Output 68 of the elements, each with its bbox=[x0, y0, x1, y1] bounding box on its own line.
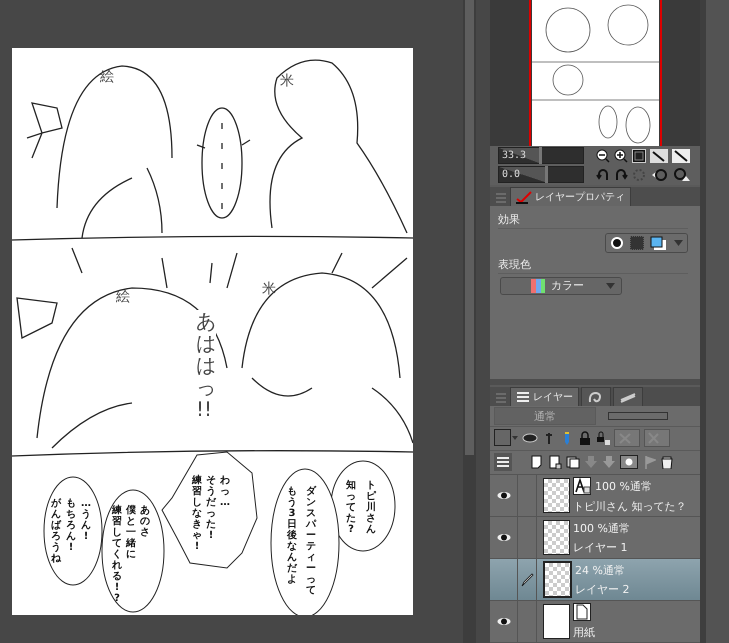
rotate-right-icon[interactable] bbox=[614, 168, 628, 182]
bubble-text: …うん!もちろん!がんばろうね bbox=[51, 498, 91, 564]
layers-icon bbox=[516, 390, 530, 404]
layer-row[interactable]: 24 %通常 レイヤー 2 bbox=[490, 559, 700, 601]
color-swatch-icon[interactable] bbox=[494, 429, 518, 448]
name-mark: 絵 bbox=[116, 288, 130, 306]
checkmark-icon bbox=[516, 190, 532, 204]
caret-icon bbox=[606, 282, 615, 289]
layer-thumbnail bbox=[543, 520, 570, 555]
halftone-icon[interactable] bbox=[630, 236, 644, 250]
caret-icon[interactable] bbox=[674, 240, 683, 246]
color-square-icon[interactable] bbox=[650, 236, 668, 250]
eye-icon[interactable] bbox=[496, 533, 510, 542]
bubble-text: ダンスパーティーってもう3日後なんだよ bbox=[287, 486, 316, 596]
layer-row[interactable]: 100 %通常 トピ川さん 知ってた？ bbox=[490, 475, 700, 517]
trash-icon[interactable] bbox=[660, 455, 674, 470]
flip-horizontal-icon[interactable] bbox=[650, 168, 668, 182]
layer-thumbnail bbox=[543, 478, 570, 513]
layer-name: レイヤー 2 bbox=[575, 582, 630, 596]
name-mark: 米 bbox=[280, 72, 294, 90]
section-label: 表現色 bbox=[498, 256, 688, 274]
stripes-icon bbox=[619, 390, 637, 404]
layer-name: 用紙 bbox=[573, 625, 595, 640]
paper-icon bbox=[573, 603, 591, 621]
rotate-left-icon[interactable] bbox=[596, 168, 610, 182]
circle-icon[interactable] bbox=[610, 236, 624, 250]
new-folder-icon[interactable] bbox=[566, 455, 580, 470]
bubble-text: あのさ僕と一緒に練習してくれる!? bbox=[112, 505, 150, 604]
layer-name: トピ川さん 知ってた？ bbox=[573, 499, 686, 514]
layer-row[interactable]: 用紙 bbox=[490, 601, 700, 643]
pen-icon[interactable] bbox=[520, 572, 534, 586]
layer-opacity: 24 %通常 bbox=[575, 562, 625, 578]
lock-icon[interactable] bbox=[596, 431, 610, 446]
panel-tab[interactable]: レイヤー bbox=[510, 387, 579, 406]
zoom-out-icon[interactable] bbox=[596, 148, 610, 163]
layer-name: レイヤー 1 bbox=[573, 540, 628, 554]
layer-opacity: 100 %通常 bbox=[595, 478, 652, 494]
new-vector-layer-icon[interactable] bbox=[548, 455, 562, 470]
layer-row[interactable]: 100 %通常 レイヤー 1 bbox=[490, 517, 700, 559]
flip-vertical-icon[interactable] bbox=[672, 168, 690, 182]
value-slider[interactable]: 33.3 bbox=[498, 147, 584, 164]
color-mode-dropdown[interactable]: カラー bbox=[500, 276, 622, 295]
bubble-text: トピ川さん知ってた? bbox=[346, 480, 376, 535]
opacity-bar[interactable] bbox=[608, 412, 668, 420]
panel-tab[interactable]: レイヤープロパティ bbox=[510, 186, 631, 206]
color-bars-icon bbox=[531, 278, 545, 293]
scroll-bar[interactable] bbox=[463, 0, 476, 643]
name-mark: 米 bbox=[262, 280, 276, 298]
layer-thumbnail bbox=[543, 604, 570, 639]
eye-icon[interactable] bbox=[496, 617, 510, 626]
mask-icon[interactable] bbox=[620, 455, 638, 470]
layer-opacity: 100 %通常 bbox=[573, 520, 630, 536]
layer-thumbnail bbox=[543, 561, 572, 598]
new-layer-icon[interactable] bbox=[530, 455, 544, 470]
bubble-text: わっ…そうだった!練習しなきゃ! bbox=[192, 475, 230, 552]
section-label: 効果 bbox=[498, 212, 688, 229]
eye-icon[interactable] bbox=[496, 491, 510, 500]
panel-tab[interactable] bbox=[581, 387, 611, 406]
panel-tab[interactable] bbox=[613, 387, 643, 406]
clip-icon[interactable] bbox=[522, 431, 538, 446]
fit-icon[interactable] bbox=[632, 148, 646, 163]
navigator-preview[interactable] bbox=[528, 0, 662, 146]
text-layer-icon bbox=[573, 477, 591, 495]
effect-buttons[interactable] bbox=[605, 232, 688, 253]
name-mark: 絵 bbox=[100, 68, 114, 86]
layers-icon[interactable] bbox=[494, 453, 512, 472]
value-slider[interactable]: 0.0 bbox=[498, 166, 584, 184]
zoom-in-icon[interactable] bbox=[614, 148, 628, 163]
